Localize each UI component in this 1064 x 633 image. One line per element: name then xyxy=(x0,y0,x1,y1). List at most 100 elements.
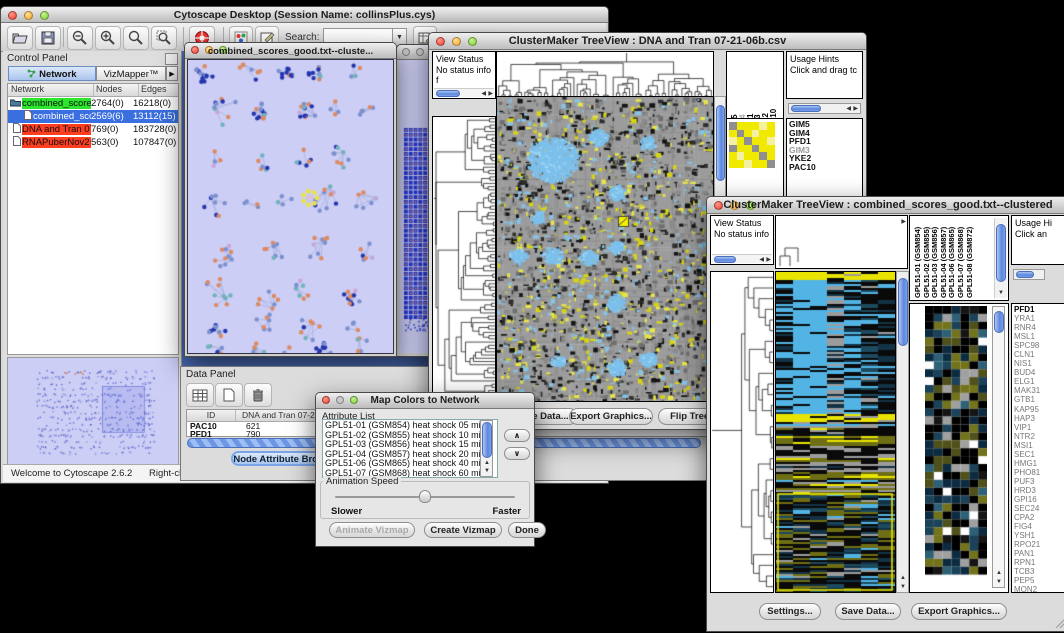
tv1-heatmap[interactable] xyxy=(496,96,714,402)
tv2-column-dendrogram[interactable]: ▶ xyxy=(775,215,908,269)
float-panel-icon[interactable] xyxy=(165,53,178,65)
done-button[interactable]: Done xyxy=(508,522,546,538)
matrix-cell[interactable] xyxy=(729,152,737,160)
matrix-cell[interactable] xyxy=(744,160,752,168)
tv2-labels-scrollbar[interactable]: ▼ xyxy=(994,218,1007,298)
matrix-cell[interactable] xyxy=(744,145,752,153)
matrix-cell[interactable] xyxy=(752,160,760,168)
gene-label[interactable]: FIG4 xyxy=(1014,522,1062,531)
gene-label[interactable]: NIS1 xyxy=(1014,359,1062,368)
tv1-zoom-heatmap[interactable] xyxy=(729,122,775,168)
gene-label[interactable]: PEP5 xyxy=(1014,576,1062,585)
zoom-in-button[interactable] xyxy=(95,26,121,50)
zoom-window-icon[interactable] xyxy=(40,11,49,20)
gene-label[interactable]: GIM3 xyxy=(789,146,860,155)
network-overview[interactable] xyxy=(7,357,179,465)
gene-label[interactable]: RPN1 xyxy=(1014,558,1062,567)
zoom-selected-button[interactable] xyxy=(151,26,177,50)
zoom-out-button[interactable] xyxy=(67,26,93,50)
matrix-cell[interactable] xyxy=(759,152,767,160)
matrix-cell[interactable] xyxy=(759,137,767,145)
gene-label[interactable]: SEC24 xyxy=(1014,504,1062,513)
scroll-left-icon[interactable]: ◀ xyxy=(846,105,851,113)
gene-label[interactable]: BUD4 xyxy=(1014,368,1062,377)
matrix-cell[interactable] xyxy=(737,152,745,160)
matrix-cell[interactable] xyxy=(767,160,775,168)
scroll-down-icon[interactable]: ▼ xyxy=(996,578,1002,586)
tv2-zoom-heatmap[interactable] xyxy=(925,306,987,576)
gene-label[interactable]: KAP95 xyxy=(1014,405,1062,414)
matrix-cell[interactable] xyxy=(759,130,767,138)
close-icon[interactable] xyxy=(191,46,199,54)
minimize-icon[interactable] xyxy=(416,48,424,56)
gene-label[interactable]: VIP1 xyxy=(1014,423,1062,432)
gene-label[interactable]: PFD1 xyxy=(1014,305,1062,314)
network-row[interactable]: DNA and Tran 07769(0)183728(0) xyxy=(8,123,178,136)
network-row[interactable]: RNAPuberNov2+|563(0)107847(0) xyxy=(8,136,178,149)
gene-label[interactable]: PFD1 xyxy=(789,137,860,146)
treeview1-title-bar[interactable]: ClusterMaker TreeView : DNA and Tran 07-… xyxy=(429,33,866,50)
resize-grip-icon[interactable] xyxy=(1054,616,1064,629)
gene-label[interactable]: SPC98 xyxy=(1014,341,1062,350)
minimize-icon[interactable] xyxy=(336,396,344,404)
col-header-nodes[interactable]: Nodes xyxy=(94,84,139,96)
close-icon[interactable] xyxy=(322,396,330,404)
gene-label[interactable]: MAK31 xyxy=(1014,386,1062,395)
gene-label[interactable]: HRD3 xyxy=(1014,486,1062,495)
dialog-title-bar[interactable]: Map Colors to Network xyxy=(316,393,534,409)
tv2-status-scrollbar[interactable]: ◀ ▶ xyxy=(712,254,772,263)
matrix-cell[interactable] xyxy=(737,137,745,145)
network-canvas[interactable] xyxy=(187,59,394,354)
scroll-up-icon[interactable]: ▲ xyxy=(484,459,490,467)
matrix-cell[interactable] xyxy=(737,160,745,168)
gene-label[interactable]: TCB3 xyxy=(1014,567,1062,576)
matrix-cell[interactable] xyxy=(744,152,752,160)
attribute-list[interactable]: GPL51-01 (GSM854) heat shock 05 minGPL51… xyxy=(322,419,498,478)
gene-label[interactable]: MON2 xyxy=(1014,585,1062,594)
close-icon[interactable] xyxy=(402,48,410,56)
scroll-right-icon[interactable]: ▶ xyxy=(766,256,771,264)
matrix-cell[interactable] xyxy=(759,122,767,130)
zoom-window-icon[interactable] xyxy=(350,396,358,404)
tv1-hints-scrollbar[interactable]: ◀ ▶ xyxy=(788,103,861,114)
table-mode-button[interactable] xyxy=(186,383,214,407)
gene-label[interactable]: GIM5 xyxy=(789,120,860,129)
attribute-list-scrollbar[interactable]: ▲ ▼ xyxy=(480,420,493,477)
matrix-cell[interactable] xyxy=(752,152,760,160)
create-vizmap-button[interactable]: Create Vizmap xyxy=(424,522,502,538)
matrix-cell[interactable] xyxy=(759,145,767,153)
matrix-cell[interactable] xyxy=(737,122,745,130)
new-attribute-button[interactable] xyxy=(215,383,243,407)
gene-label[interactable]: SEC1 xyxy=(1014,450,1062,459)
network-row[interactable]: combined_scores2764(0)16218(0) xyxy=(8,97,178,110)
scroll-right-icon[interactable]: ▶ xyxy=(901,218,906,226)
delete-attribute-button[interactable] xyxy=(244,383,272,407)
move-up-button[interactable]: ∧ xyxy=(504,429,530,442)
matrix-cell[interactable] xyxy=(767,130,775,138)
gene-label[interactable]: MSL1 xyxy=(1014,332,1062,341)
move-down-button[interactable]: ∨ xyxy=(504,447,530,460)
gene-label[interactable]: GPI16 xyxy=(1014,495,1062,504)
gene-label[interactable]: MSI1 xyxy=(1014,441,1062,450)
gene-label[interactable]: PAC10 xyxy=(789,163,860,172)
export-graphics-button[interactable]: Export Graphics... xyxy=(911,603,1007,620)
network-window-title-bar[interactable]: combined_scores_good.txt--cluste... xyxy=(185,43,396,59)
close-icon[interactable] xyxy=(8,11,17,20)
gene-label[interactable]: NTR2 xyxy=(1014,432,1062,441)
matrix-cell[interactable] xyxy=(744,122,752,130)
gene-label[interactable]: GIM4 xyxy=(789,129,860,138)
close-icon[interactable] xyxy=(436,37,445,46)
tab-network[interactable]: Network xyxy=(8,66,96,81)
save-data-button[interactable]: Save Data... xyxy=(835,603,901,620)
matrix-cell[interactable] xyxy=(767,145,775,153)
col-header-edges[interactable]: Edges xyxy=(139,84,167,96)
gene-label[interactable]: GTB1 xyxy=(1014,395,1062,404)
scroll-up-icon[interactable]: ▲ xyxy=(996,569,1002,577)
matrix-cell[interactable] xyxy=(729,160,737,168)
gene-label[interactable]: PAN1 xyxy=(1014,549,1062,558)
scroll-right-icon[interactable]: ▶ xyxy=(853,105,858,113)
gene-label[interactable]: PUF3 xyxy=(1014,477,1062,486)
tv2-vscrollbar[interactable]: ▲ ▼ xyxy=(896,271,909,593)
gene-label[interactable]: RPO21 xyxy=(1014,540,1062,549)
scroll-left-icon[interactable]: ◀ xyxy=(481,90,486,98)
